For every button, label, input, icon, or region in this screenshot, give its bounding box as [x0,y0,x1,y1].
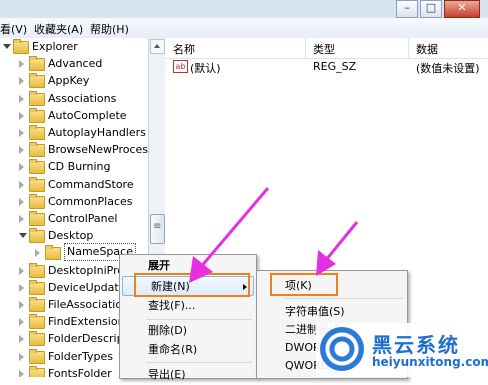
highlight-key-box [270,273,338,296]
brand-logo-icon [320,327,364,371]
collapsed-arrow-icon[interactable] [35,249,40,258]
folder-icon [29,90,45,106]
tree-item-label: FileAssociation [48,298,130,311]
folder-icon [29,142,45,158]
value-data: (数值未设置) [416,62,480,75]
folder-icon [29,159,45,175]
tree-item-label: Associations [48,91,117,105]
submenu-string-value[interactable]: 字符串值(S) [257,302,405,322]
tree-item-label: FolderTypes [48,349,113,363]
tree-item-label: FindExtensions [48,315,131,329]
menu-bar: 看(V) 收藏夹(A) 帮助(H) [0,18,488,39]
folder-icon [29,211,45,226]
tree-item-label: Desktop [48,229,94,243]
collapsed-arrow-icon[interactable] [19,215,24,223]
folder-icon [29,279,45,295]
collapsed-arrow-icon[interactable] [19,369,24,377]
folder-icon [29,314,45,330]
expanded-arrow-icon[interactable] [19,233,27,239]
folder-icon [29,73,45,89]
tree-item-label: ControlPanel [48,212,118,225]
value-name: (默认) [190,62,221,75]
folder-icon [29,262,45,278]
value-type: REG_SZ [313,60,357,73]
watermark-url: heiyunxitong.com [372,355,488,369]
collapsed-arrow-icon[interactable] [19,283,24,292]
collapsed-arrow-icon[interactable] [19,318,24,327]
tree-item-label: AutoplayHandlers [48,126,146,139]
folder-icon [29,365,45,377]
tree-item-label: CommandStore [48,177,134,191]
tree-item-label: CD Burning [48,160,111,174]
collapsed-arrow-icon[interactable] [19,146,24,155]
menu-rename[interactable]: 重命名(R) [120,340,254,360]
collapsed-arrow-icon[interactable] [19,77,24,86]
column-divider[interactable] [408,38,409,58]
watermark: 黑云系统 heiyunxitong.com [316,323,488,377]
string-value-icon: ab [173,60,188,73]
collapsed-arrow-icon[interactable] [19,301,24,309]
menu-delete[interactable]: 删除(D) [120,321,254,341]
collapsed-arrow-icon[interactable] [19,94,24,103]
collapsed-arrow-icon[interactable] [19,352,24,361]
minimize-button[interactable]: – [396,0,418,18]
expanded-arrow-icon[interactable] [3,44,11,49]
column-data[interactable]: 数据 [416,41,438,57]
tree-item-label: FolderDescript [48,332,128,346]
tree-item-label: Explorer [32,40,78,53]
tree-item-label: BrowseNewProcess [48,143,149,157]
collapsed-arrow-icon[interactable] [19,129,24,137]
collapsed-arrow-icon[interactable] [19,180,24,189]
column-type[interactable]: 类型 [313,41,335,57]
folder-icon [29,176,45,192]
menu-separator [146,319,252,320]
column-name[interactable]: 名称 [173,41,195,57]
collapsed-arrow-icon[interactable] [19,197,24,206]
folder-icon [29,228,45,244]
folder-icon [29,107,45,123]
title-bar: – □ ✕ [0,0,488,18]
folder-icon [29,193,45,209]
collapsed-arrow-icon[interactable] [19,60,24,69]
menu-favorites[interactable]: 收藏夹(A) [34,21,83,37]
folder-icon [29,297,45,312]
folder-icon [29,331,45,347]
menu-separator [146,362,252,363]
folder-icon [29,125,45,140]
list-header: 名称 类型 数据 [165,38,488,59]
tree-item-label: AutoComplete [48,108,127,122]
menu-view[interactable]: 看(V) [0,21,27,37]
close-button[interactable]: ✕ [444,0,480,18]
collapsed-arrow-icon[interactable] [19,111,24,120]
scrollbar-thumb[interactable] [150,214,165,244]
menu-export[interactable]: 导出(E) [120,365,254,385]
menu-help[interactable]: 帮助(H) [90,21,129,37]
column-divider[interactable] [305,38,306,58]
collapsed-arrow-icon[interactable] [19,335,24,344]
collapsed-arrow-icon[interactable] [19,163,24,172]
menu-separator [283,298,403,299]
folder-icon [29,348,45,364]
folder-icon [13,39,29,54]
scroll-up-button[interactable] [150,39,165,54]
maximize-button[interactable]: □ [420,0,442,18]
tree-item-label: AppKey [48,74,90,88]
tree-item-label: FontsFolder [48,366,112,377]
highlight-new-box [134,273,250,297]
folder-icon [29,56,45,72]
tree-item-label: Advanced [48,57,103,71]
watermark-title: 黑云系统 [372,333,460,357]
menu-find[interactable]: 查找(F)... [120,296,254,316]
folder-icon [45,245,61,261]
collapsed-arrow-icon[interactable] [19,266,24,275]
tree-item-label: CommonPlaces [48,194,133,208]
